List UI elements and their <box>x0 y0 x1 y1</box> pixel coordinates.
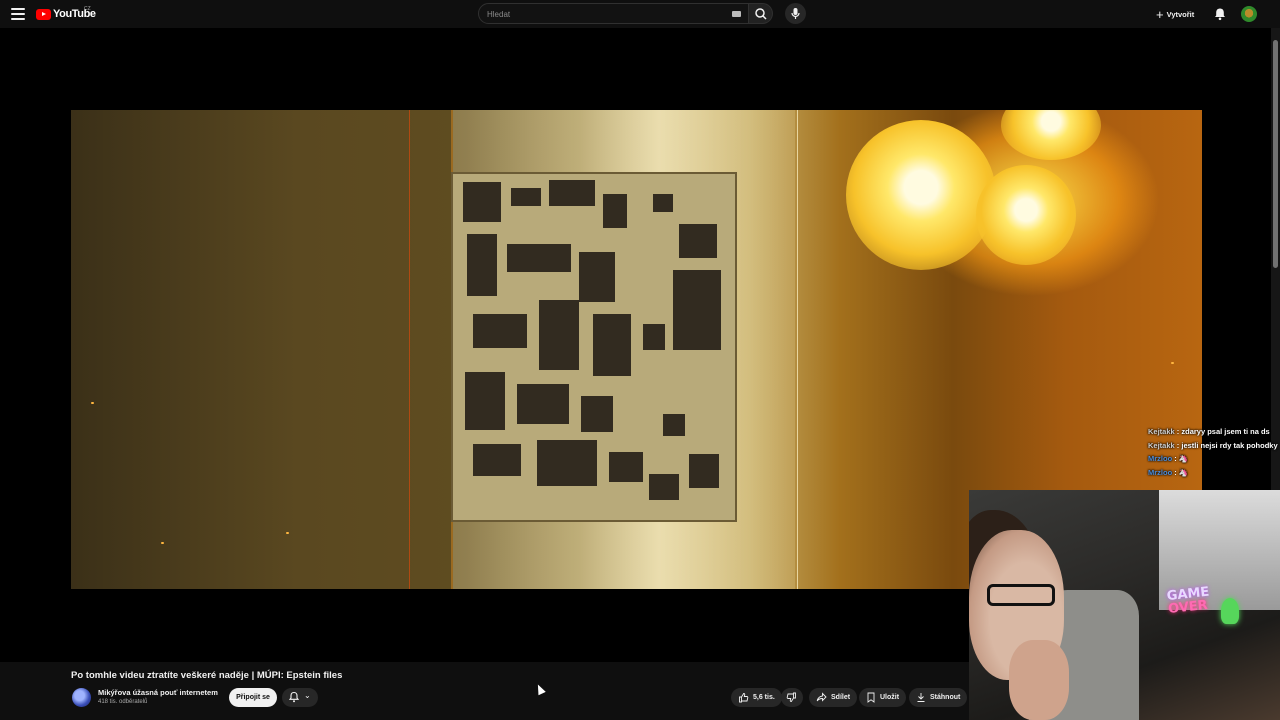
chevron-down-icon: ⌄ <box>304 691 311 700</box>
dust-particle <box>91 402 94 404</box>
mouse-cursor-icon <box>534 682 546 696</box>
share-label: Sdílet <box>831 694 851 701</box>
channel-avatar[interactable] <box>72 688 91 707</box>
bell-icon <box>1215 8 1225 21</box>
create-label: Vytvořit <box>1166 9 1195 19</box>
dislike-button[interactable] <box>781 688 803 707</box>
chat-message: Mrzloo : 🦄 <box>1148 467 1189 477</box>
channel-name[interactable]: Mikýřova úžasná pouť internetem <box>98 688 218 697</box>
webcam-overlay: GAME OVER <box>969 490 1280 720</box>
like-button[interactable]: 5,6 tis. <box>731 688 782 707</box>
keyboard-icon[interactable] <box>732 11 741 17</box>
join-button[interactable]: Připojit se <box>229 688 277 707</box>
bell-icon <box>288 691 300 703</box>
share-icon <box>816 692 827 702</box>
share-button[interactable]: Sdílet <box>809 688 858 707</box>
chat-user: Kejtakk <box>1148 427 1175 436</box>
subscription-bell-button[interactable]: ⌄ <box>282 688 318 707</box>
chat-user: Kejtakk <box>1148 440 1175 450</box>
stream-chat-overlay: Kejtakk : zdaryy psal jsem ti na ds Kejt… <box>1148 425 1278 479</box>
chat-emote: 🦄 <box>1178 454 1189 463</box>
chat-emote: 🦄 <box>1178 467 1189 477</box>
video-title: Po tomhle videu ztratíte veškeré naděje … <box>71 670 343 681</box>
notifications-button[interactable] <box>1212 6 1228 22</box>
chat-message: Mrzloo : 🦄 <box>1148 454 1189 463</box>
webcam-hand <box>1009 640 1069 720</box>
dust-particle <box>286 532 289 534</box>
candle-light <box>1001 110 1101 160</box>
page-edge <box>797 110 798 589</box>
save-label: Uložit <box>880 694 900 701</box>
thumbs-down-icon <box>786 692 796 702</box>
chat-user: Mrzloo <box>1148 454 1173 463</box>
scrollbar-thumb[interactable] <box>1273 40 1278 268</box>
dust-particle <box>161 542 164 544</box>
menu-icon[interactable] <box>11 8 25 20</box>
thumbs-up-icon <box>739 693 749 703</box>
youtube-play-icon <box>36 8 51 20</box>
candle-light <box>976 165 1076 265</box>
like-count: 5,6 tis. <box>753 694 775 701</box>
save-button[interactable]: Uložit <box>859 688 907 707</box>
webcam-glasses <box>987 584 1055 606</box>
chat-message: Kejtakk : zdaryy psal jsem ti na ds <box>1148 427 1270 436</box>
chat-message: Kejtakk : jestli nejsi rdy tak pohodky <box>1148 440 1278 450</box>
create-button[interactable]: + Vytvořit <box>1156 5 1194 23</box>
account-avatar[interactable] <box>1241 6 1257 22</box>
top-bar: YouTube CZ + Vytvořit <box>0 0 1280 28</box>
region-code: CZ <box>84 6 91 12</box>
bookmark-icon <box>867 692 875 703</box>
youtube-logo[interactable]: YouTube CZ <box>36 6 96 21</box>
voice-search-button[interactable] <box>785 3 806 24</box>
search-input[interactable] <box>485 6 719 23</box>
redacted-document <box>451 172 737 522</box>
chat-text: jestli nejsi rdy tak pohodky <box>1181 440 1278 450</box>
chat-user: Mrzloo <box>1148 467 1173 477</box>
chat-text: zdaryy psal jsem ti na ds <box>1181 427 1270 436</box>
dust-particle <box>1171 362 1174 364</box>
download-label: Stáhnout <box>930 694 961 701</box>
search-button[interactable] <box>749 3 773 24</box>
download-button[interactable]: Stáhnout <box>909 688 968 707</box>
candle-light <box>846 120 996 270</box>
search-icon <box>755 8 767 20</box>
page-edge <box>409 110 410 589</box>
plus-icon: + <box>1156 6 1164 22</box>
search-box[interactable] <box>478 3 749 24</box>
subscriber-count: 418 tis. odběratelů <box>98 699 148 705</box>
download-icon <box>917 693 925 702</box>
green-ghost-figure <box>1221 598 1239 624</box>
microphone-icon <box>791 8 800 19</box>
